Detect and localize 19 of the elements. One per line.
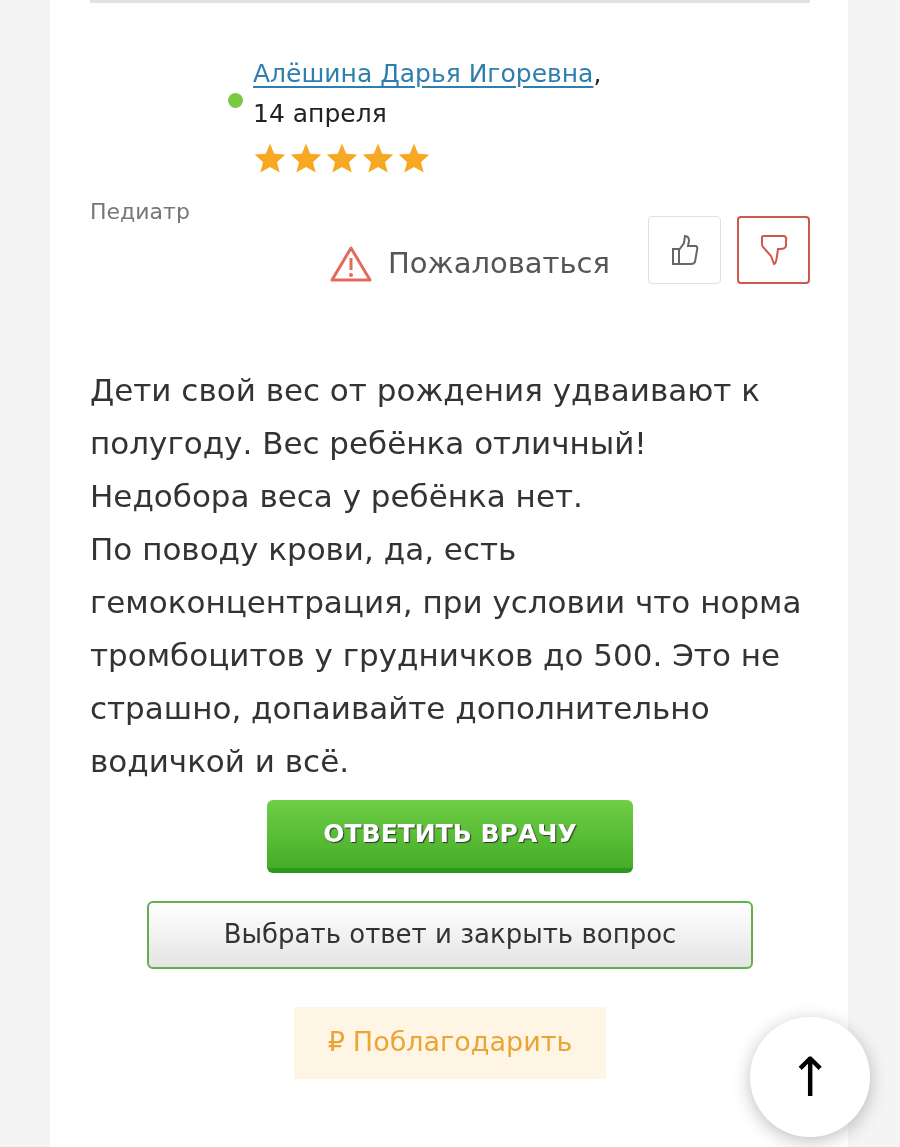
ruble-icon: ₽ — [327, 1026, 345, 1058]
star-icon — [289, 142, 323, 174]
thumbs-down-icon — [758, 234, 789, 266]
choose-answer-button[interactable]: Выбрать ответ и закрыть вопрос — [147, 900, 753, 969]
answer-text: Дети свой вес от рождения удваивают к полугоду. Вес ребёнка отличный! Недобора веса у ребёнка нет. По поводу крови, да, есть гемоконцентрация, при условии что норма тромбоцитов у грудничков до 500. Это не страшно, допаивайте дополнительно водичкой и всё. — [90, 370, 803, 781]
comma-text: , — [593, 59, 602, 88]
doctor-specialty: Педиатр — [90, 198, 191, 226]
star-icon — [397, 142, 431, 174]
dislike-button[interactable] — [737, 216, 810, 284]
answer-date: 14 апреля — [253, 97, 388, 130]
complain-button[interactable]: Пожаловаться — [330, 242, 610, 286]
like-button[interactable] — [648, 216, 721, 284]
star-icon — [253, 142, 287, 174]
star-icon — [325, 142, 359, 174]
scroll-top-button[interactable]: ↑ — [750, 1017, 870, 1137]
star-icon — [361, 142, 395, 174]
warning-icon — [330, 245, 373, 282]
thumbs-up-icon — [669, 234, 700, 266]
author-link[interactable]: Алёшина Дарья Игоревна — [253, 59, 594, 88]
